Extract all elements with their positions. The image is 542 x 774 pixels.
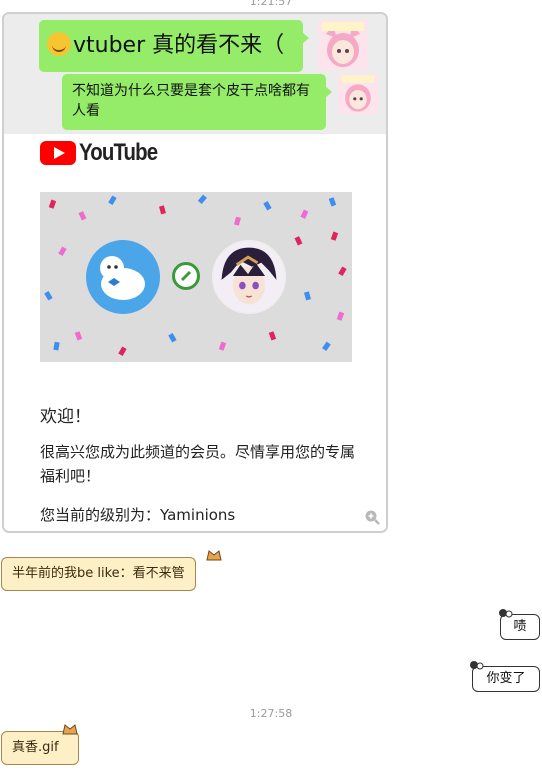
message-text: 真香.gif [12,740,59,755]
chat-bubble: 不知道为什么只要是套个皮干点啥都有人看 [62,74,332,130]
welcome-paragraph: 很高兴您成为此频道的会员。尽情享用您的专属福利吧！ [40,443,356,485]
chat-bubble-text: vtuber 真的看不来（ [73,33,285,58]
message-text: 半年前的我be like：看不来管 [12,566,185,581]
message-bubble-left: 半年前的我be like：看不来管 [1,557,196,591]
chat-bubble: vtuber 真的看不来（ [39,20,309,72]
message-bubble-left: 真香.gif [1,731,79,765]
welcome-heading: 欢迎！ [40,407,91,427]
membership-banner [40,192,352,362]
sender-avatar [318,20,368,70]
panda-ear-decoration-icon [470,661,484,670]
youtube-email: YouTube 欢迎！ 很高兴您成为此频道的会员。尽情享用您的专属福利吧！ 您当… [4,134,386,531]
zoom-in-icon[interactable] [364,509,380,525]
membership-level: 您当前的级别为：Yaminions [40,506,236,524]
chat-bubble-text: 不知道为什么只要是套个皮干点啥都有人看 [72,83,310,119]
cat-ear-decoration-icon [62,724,78,735]
channel-avatar-alpaca [86,240,160,314]
youtube-logo: YouTube [40,139,171,166]
member-avatar-vtuber [212,240,286,314]
youtube-play-icon [40,141,76,165]
timestamp: 1:27:58 [249,707,293,720]
chat-preview: vtuber 真的看不来（ 不知道为什么只要是套个皮干点啥都有人看 [4,14,386,134]
link-icon [172,262,200,290]
message-text: 啧 [513,619,527,634]
cat-ear-decoration-icon [206,550,222,561]
message-text: 你变了 [486,671,526,686]
laughing-emoji-icon [47,32,71,56]
forwarded-screenshot-image[interactable]: vtuber 真的看不来（ 不知道为什么只要是套个皮干点啥都有人看 YouTub… [2,12,388,533]
timestamp-top: 1:21:57 [249,0,293,8]
panda-ear-decoration-icon [499,609,513,618]
sender-avatar [338,74,378,114]
youtube-wordmark: YouTube [79,139,158,166]
